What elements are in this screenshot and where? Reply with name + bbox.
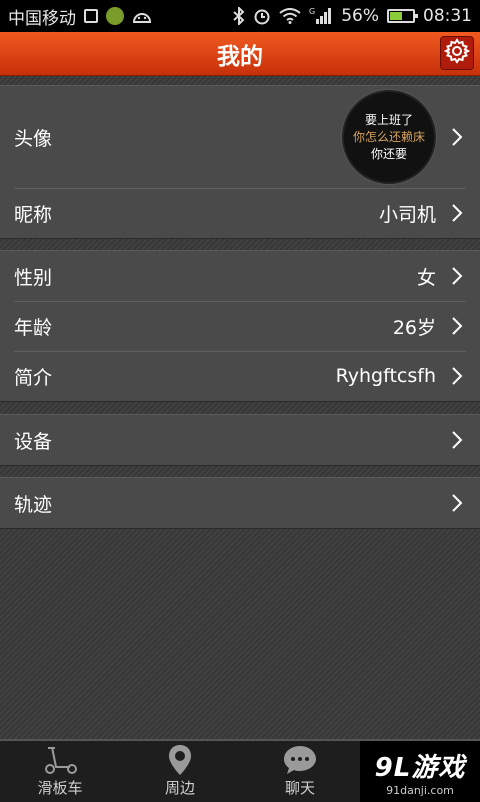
avatar-label: 头像 (14, 127, 53, 150)
avatar: 要上班了 你怎么还赖床 你还要 (342, 90, 436, 184)
location-pin-icon (167, 743, 193, 777)
age-row[interactable]: 年龄 26岁 (0, 301, 480, 351)
chevron-right-icon (450, 265, 464, 287)
page-title: 我的 (217, 43, 263, 70)
carrier-name: 中国移动 (8, 8, 76, 29)
title-bar: 我的 (0, 32, 480, 76)
app-notification-icon (106, 7, 124, 25)
gender-row[interactable]: 性别 女 (0, 251, 480, 301)
gear-icon (443, 38, 471, 68)
age-value: 26岁 (392, 316, 436, 339)
avatar-text-line-2: 你怎么还赖床 (352, 129, 425, 144)
bluetooth-icon (233, 7, 245, 25)
track-section: 轨迹 (0, 477, 480, 529)
tab-nearby[interactable]: 周边 (120, 741, 240, 802)
status-bar-left: 中国移动 (8, 4, 152, 29)
alarm-icon (253, 7, 271, 25)
battery-percent: 56% (341, 6, 379, 26)
status-bar: 中国移动 G 56% 08:31 (0, 0, 480, 32)
watermark-url: 91danji.com (386, 783, 454, 797)
avatar-row[interactable]: 头像 要上班了 你怎么还赖床 你还要 (0, 86, 480, 188)
nickname-row[interactable]: 昵称 小司机 (0, 188, 480, 238)
scooter-icon (40, 743, 80, 777)
watermark-logo: 9L游戏 91danji.com (360, 741, 480, 802)
device-label: 设备 (14, 430, 53, 453)
chevron-right-icon (450, 429, 464, 451)
android-icon (132, 9, 152, 23)
image-notification-icon (84, 9, 98, 23)
tab-label: 滑板车 (37, 779, 83, 797)
bio-value: Ryhgftcsfh (335, 365, 436, 387)
tab-chat[interactable]: 聊天 (240, 741, 360, 802)
wifi-icon (279, 8, 301, 24)
chat-bubble-icon (282, 743, 318, 777)
bio-row[interactable]: 简介 Ryhgftcsfh (0, 351, 480, 401)
bio-label: 简介 (14, 366, 53, 389)
network-type: G (309, 7, 315, 16)
status-bar-right: G 56% 08:31 (233, 6, 472, 26)
gender-value: 女 (416, 266, 436, 289)
chevron-right-icon (450, 315, 464, 337)
chevron-right-icon (450, 202, 464, 224)
chevron-right-icon (450, 365, 464, 387)
chevron-right-icon (450, 126, 464, 148)
chevron-right-icon (450, 492, 464, 514)
tab-label: 聊天 (284, 779, 315, 797)
nickname-value: 小司机 (378, 203, 436, 226)
battery-icon (387, 9, 418, 23)
nickname-label: 昵称 (14, 203, 53, 226)
track-label: 轨迹 (14, 493, 53, 516)
device-row[interactable]: 设备 (0, 415, 480, 465)
avatar-text-line-1: 要上班了 (364, 112, 413, 127)
track-row[interactable]: 轨迹 (0, 478, 480, 528)
settings-button[interactable] (440, 36, 474, 70)
watermark-text: 9L游戏 (374, 752, 466, 783)
profile-section-basic: 头像 要上班了 你怎么还赖床 你还要 昵称 小司机 (0, 85, 480, 239)
tab-scooter[interactable]: 滑板车 (0, 741, 120, 802)
avatar-text-line-3: 你还要 (370, 146, 407, 161)
age-label: 年龄 (14, 316, 53, 339)
device-section: 设备 (0, 414, 480, 466)
profile-section-details: 性别 女 年龄 26岁 简介 Ryhgftcsfh (0, 250, 480, 402)
bottom-nav: 滑板车 周边 聊天 9L游戏 91danji.com (0, 739, 480, 802)
signal-icon: G (309, 7, 333, 25)
clock: 08:31 (423, 6, 472, 26)
tab-label: 周边 (164, 779, 195, 797)
gender-label: 性别 (14, 266, 53, 289)
